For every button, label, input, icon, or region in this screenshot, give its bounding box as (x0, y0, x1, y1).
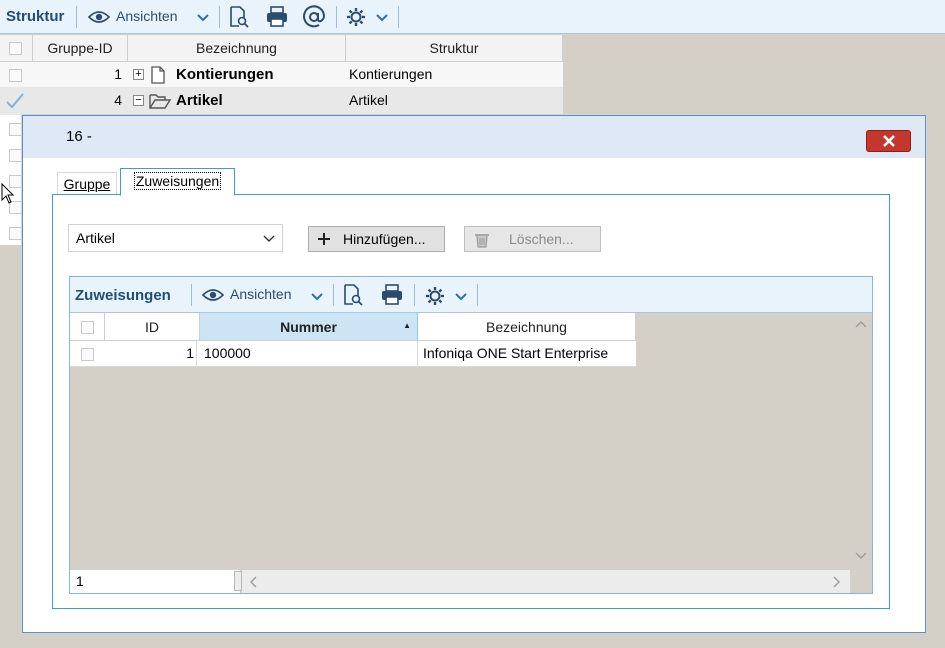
gear-icon[interactable] (345, 6, 367, 28)
column-header-structure[interactable]: Struktur (346, 35, 563, 62)
dialog-titlebar[interactable]: 16 - (23, 116, 925, 158)
chevron-down-icon (262, 234, 276, 244)
scroll-right-icon[interactable] (832, 576, 842, 588)
scroll-left-icon[interactable] (248, 576, 258, 588)
assignment-dialog: 16 - Gruppe Zuweisungen Artikel Hinzufüg… (22, 115, 926, 633)
add-button-label: Hinzufügen... (343, 231, 426, 247)
background-row-stubs (0, 115, 22, 245)
eye-icon[interactable] (88, 8, 110, 26)
row-number: 100000 (204, 345, 251, 361)
scroll-up-icon[interactable] (854, 319, 868, 329)
column-header-number-label: Nummer (280, 319, 337, 335)
plus-icon (317, 232, 331, 246)
grid-title: Zuweisungen (75, 287, 171, 304)
toolbar-separator (333, 284, 334, 306)
column-header-number[interactable]: Nummer ▲ (200, 313, 418, 341)
row-checkbox[interactable] (9, 123, 22, 136)
tab-label: Gruppe (63, 176, 111, 192)
record-count: 1 (76, 573, 84, 589)
toolbar-separator (336, 6, 337, 28)
checkmark-icon[interactable] (6, 92, 24, 110)
print-preview-icon[interactable] (342, 283, 364, 307)
expand-icon[interactable]: + (133, 69, 144, 80)
group-name: Kontierungen (176, 66, 274, 83)
print-icon[interactable] (379, 283, 405, 307)
toolbar-separator (477, 284, 478, 306)
delete-button[interactable]: Löschen... (464, 226, 601, 252)
assignments-grid: Zuweisungen Ansichten ID Nummer ▲ Bezeic… (69, 276, 873, 594)
column-header-group-id[interactable]: Gruppe-ID (33, 35, 128, 62)
group-name: Artikel (176, 92, 223, 109)
tab-zuweisungen[interactable]: Zuweisungen (120, 168, 235, 196)
row-checkbox[interactable] (9, 227, 22, 240)
table-row[interactable]: 1 100000 Infoniqa ONE Start Enterprise (70, 341, 636, 367)
group-structure: Kontierungen (349, 66, 433, 82)
chevron-down-icon[interactable] (195, 10, 211, 26)
select-all-checkbox[interactable] (9, 42, 22, 55)
close-icon (882, 135, 895, 147)
row-id: 1 (105, 341, 197, 366)
row-name: Infoniqa ONE Start Enterprise (423, 345, 609, 361)
toolbar-title: Struktur (6, 8, 65, 25)
email-icon[interactable] (301, 4, 327, 30)
dialog-title: 16 - (66, 128, 92, 145)
select-all-header[interactable] (0, 35, 33, 62)
toolbar-separator (414, 284, 415, 306)
column-header-name[interactable]: Bezeichnung (128, 35, 346, 62)
row-checkbox[interactable] (9, 149, 22, 162)
tab-gruppe[interactable]: Gruppe (57, 172, 117, 195)
toolbar-separator (398, 6, 399, 28)
sort-ascending-icon: ▲ (403, 321, 411, 330)
scroll-down-icon[interactable] (854, 551, 868, 561)
table-row[interactable]: 4 − Artikel Artikel (0, 88, 563, 115)
views-button[interactable]: Ansichten (116, 8, 177, 24)
add-button[interactable]: Hinzufügen... (308, 226, 445, 252)
background-toolbar: Struktur Ansichten (0, 0, 945, 34)
select-all-checkbox[interactable] (81, 321, 94, 334)
grid-toolbar: Zuweisungen Ansichten (70, 277, 872, 313)
group-id: 1 (114, 66, 122, 82)
views-button[interactable]: Ansichten (230, 286, 291, 302)
group-select[interactable]: Artikel (68, 224, 283, 252)
row-checkbox[interactable] (81, 348, 94, 361)
print-preview-icon[interactable] (228, 5, 250, 29)
chevron-down-icon[interactable] (453, 289, 469, 305)
group-id: 4 (114, 92, 122, 108)
trash-icon (473, 231, 491, 249)
table-row[interactable]: 1 + Kontierungen Kontierungen (0, 62, 563, 88)
print-icon[interactable] (264, 5, 290, 29)
folder-open-icon (148, 92, 172, 110)
collapse-icon[interactable]: − (133, 95, 144, 106)
cell-divider (417, 341, 418, 367)
select-all-header[interactable] (70, 313, 105, 341)
document-icon (150, 65, 166, 85)
toolbar-separator (191, 284, 192, 306)
close-button[interactable] (866, 130, 911, 152)
group-structure: Artikel (349, 92, 388, 108)
column-header-name[interactable]: Bezeichnung (418, 313, 636, 341)
toolbar-separator (219, 6, 220, 28)
chevron-down-icon[interactable] (374, 10, 390, 26)
eye-icon[interactable] (202, 287, 224, 303)
select-value: Artikel (76, 230, 115, 246)
toolbar-separator (76, 6, 77, 28)
gear-icon[interactable] (424, 285, 446, 307)
splitter-handle[interactable] (234, 571, 242, 591)
horizontal-scrollbar[interactable] (242, 569, 850, 593)
mouse-cursor-icon (0, 183, 16, 205)
background-grid: Gruppe-ID Bezeichnung Struktur 1 + Konti… (0, 35, 563, 115)
column-header-id[interactable]: ID (105, 313, 200, 341)
vertical-scrollbar[interactable] (850, 313, 872, 569)
tab-label: Zuweisungen (133, 172, 222, 190)
grid-footer-count: 1 (70, 569, 240, 593)
delete-button-label: Löschen... (509, 231, 574, 247)
row-checkbox[interactable] (9, 69, 22, 82)
chevron-down-icon[interactable] (309, 289, 325, 305)
